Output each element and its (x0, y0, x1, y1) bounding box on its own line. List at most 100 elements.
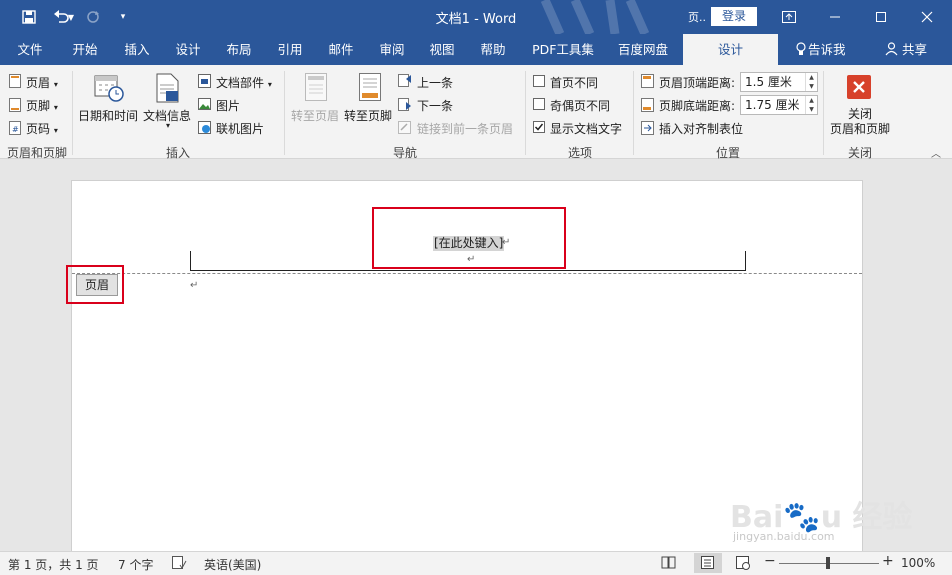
link-to-previous-button: 链接到前一条页眉 (417, 122, 514, 136)
tab-header-footer-design[interactable]: 设计 (683, 34, 778, 65)
header-icon (9, 74, 21, 91)
highlight-box (66, 265, 124, 304)
person-icon (880, 34, 902, 65)
close-header-footer-button[interactable]: 关闭 页眉和页脚 (829, 107, 891, 137)
tab-view[interactable]: 视图 (419, 34, 465, 65)
web-layout-icon[interactable] (736, 556, 751, 573)
minimize-icon[interactable] (812, 0, 858, 34)
header-margin-marker-right (745, 251, 746, 270)
date-time-button[interactable]: 日期和时间 (78, 107, 138, 124)
footer-button[interactable]: 页脚 ▾ (26, 97, 58, 114)
zoom-in-button[interactable]: + (882, 553, 894, 569)
read-mode-icon[interactable] (661, 556, 676, 572)
tab-home[interactable]: 开始 (62, 34, 108, 65)
next-button[interactable]: 下一条 (417, 97, 453, 114)
tell-me-button[interactable]: 告诉我 (808, 34, 852, 65)
document-parts-button[interactable]: 文档部件 ▾ (216, 74, 272, 91)
header-bottom-border (190, 270, 746, 271)
footer-bottom-label: 页脚底端距离: (659, 99, 736, 113)
tab-review[interactable]: 审阅 (369, 34, 415, 65)
tab-insert[interactable]: 插入 (114, 34, 160, 65)
status-bar: 第 1 页，共 1 页 7 个字 英语(美国) − + 100% (0, 551, 952, 575)
word-count[interactable]: 7 个字 (118, 556, 153, 573)
goto-header-icon (305, 73, 327, 104)
odd-even-label: 奇偶页不同 (550, 99, 611, 113)
first-page-label: 首页不同 (550, 76, 599, 90)
collapse-ribbon-icon[interactable]: ︿ (931, 145, 941, 160)
zoom-slider-thumb[interactable] (826, 557, 830, 569)
next-icon (398, 98, 412, 114)
ribbon-tabs: 文件 开始 插入 设计 布局 引用 邮件 审阅 视图 帮助 PDF工具集 百度网… (0, 34, 952, 65)
goto-footer-button[interactable]: 转至页脚 (344, 107, 392, 124)
online-picture-icon (198, 121, 211, 137)
previous-icon (398, 74, 412, 90)
header-separator-line (72, 273, 862, 274)
proofing-icon[interactable] (172, 556, 187, 573)
maximize-icon[interactable] (858, 0, 904, 34)
group-divider (823, 71, 824, 155)
page-count[interactable]: 第 1 页，共 1 页 (8, 556, 99, 573)
show-text-label: 显示文档文字 (550, 122, 623, 136)
svg-text:#: # (12, 125, 19, 134)
calendar-clock-icon (94, 73, 124, 106)
document-parts-icon (198, 74, 211, 91)
tab-design[interactable]: 设计 (165, 34, 211, 65)
login-button[interactable]: 登录 (711, 7, 757, 26)
title-bar: ▼ ▾ 文档1 - Word 页.. 登录 (0, 0, 952, 34)
group-divider (525, 71, 526, 155)
alignment-tab-icon (641, 121, 655, 138)
footer-bottom-spinner[interactable]: 1.75 厘米 ▲ ▼ (740, 95, 818, 115)
tab-references[interactable]: 引用 (267, 34, 313, 65)
previous-button[interactable]: 上一条 (417, 74, 453, 91)
header-margin-marker-left (190, 251, 191, 270)
tab-help[interactable]: 帮助 (470, 34, 516, 65)
group-divider (72, 71, 73, 155)
share-button[interactable]: 共享 (902, 34, 932, 65)
tab-pdf-tools[interactable]: PDF工具集 (524, 34, 602, 65)
footer-bottom-icon (641, 98, 655, 115)
document-info-icon (156, 73, 180, 106)
page-number-button[interactable]: 页码 ▾ (26, 120, 58, 137)
tab-mailings[interactable]: 邮件 (318, 34, 364, 65)
link-icon (398, 121, 412, 137)
header-top-spinner[interactable]: 1.5 厘米 ▲ ▼ (740, 72, 818, 92)
odd-even-checkbox[interactable] (533, 98, 545, 110)
header-top-icon (641, 74, 655, 91)
page-number-icon: # (9, 121, 21, 138)
group-label-header-footer: 页眉和页脚 (6, 146, 67, 160)
close-header-footer-icon (847, 75, 871, 102)
tab-baidu-netdisk[interactable]: 百度网盘 (608, 34, 678, 65)
group-label-insert: 插入 (165, 146, 190, 160)
picture-button[interactable]: 图片 (216, 97, 240, 114)
highlight-box (372, 207, 566, 269)
group-label-navigation: 导航 (392, 146, 417, 160)
ribbon-display-icon[interactable] (766, 0, 812, 34)
tab-file[interactable]: 文件 (6, 34, 54, 65)
close-window-icon[interactable] (904, 0, 950, 34)
zoom-out-button[interactable]: − (764, 553, 776, 569)
footer-icon (9, 98, 21, 115)
print-layout-icon[interactable] (694, 553, 722, 573)
group-label-position: 位置 (715, 146, 740, 160)
insert-alignment-tab-button[interactable]: 插入对齐制表位 (659, 120, 743, 137)
picture-icon (198, 98, 211, 113)
paragraph-mark: ↵ (190, 280, 199, 291)
language[interactable]: 英语(美国) (204, 556, 261, 573)
group-divider (284, 71, 285, 155)
watermark-url: jingyan.baidu.com (733, 530, 835, 543)
header-button[interactable]: 页眉 ▾ (26, 74, 58, 91)
first-page-checkbox[interactable] (533, 75, 545, 87)
group-divider (633, 71, 634, 155)
group-label-options: 选项 (567, 146, 592, 160)
ribbon: 页眉 ▾ 页脚 ▾ # 页码 ▾ 页眉和页脚 日期和时间 文档信息 ▾ 文档部件… (0, 65, 952, 160)
account-name: 页.. (688, 11, 706, 24)
online-picture-button[interactable]: 联机图片 (216, 120, 264, 137)
header-top-label: 页眉顶端距离: (659, 76, 736, 90)
show-text-checkbox[interactable] (533, 121, 545, 133)
goto-footer-icon (359, 73, 381, 104)
document-info-dropdown-icon[interactable]: ▾ (166, 121, 170, 130)
goto-header-button: 转至页眉 (291, 109, 340, 123)
zoom-level[interactable]: 100% (901, 556, 935, 570)
group-label-close: 关闭 (847, 146, 872, 160)
tab-layout[interactable]: 布局 (216, 34, 262, 65)
